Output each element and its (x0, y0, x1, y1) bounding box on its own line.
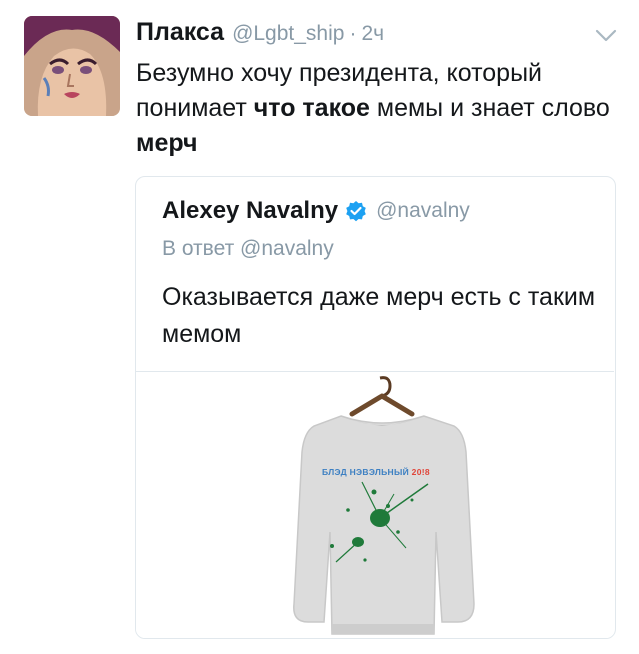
tweet-text-part: мемы и знает слово (369, 94, 610, 122)
hanger-bar (349, 393, 415, 417)
avatar-image (24, 16, 120, 116)
avatar[interactable] (24, 16, 120, 116)
quoted-text: Оказывается даже мерч есть с таким мемом (162, 283, 596, 348)
tweet-text-bold: что такое (253, 94, 370, 122)
author-name[interactable]: Плакса (136, 18, 224, 47)
tweet-text: Безумно хочу президента, который понимае… (136, 56, 616, 161)
quoted-header: Alexey Navalny @navalny (162, 195, 470, 227)
tweet-text-bold: мерч (136, 129, 198, 157)
tweet-header: Плакса @Lgbt_ship · 2ч (136, 18, 384, 48)
print-text-words: БЛЭД НЭВЭЛЬНЫЙ (322, 466, 412, 477)
author-handle[interactable]: @Lgbt_ship (232, 22, 344, 46)
sweater-hem (332, 624, 434, 634)
quoted-tweet[interactable]: Alexey Navalny @navalny В ответ @navalny… (135, 176, 616, 639)
print-text-year: 20!8 (412, 467, 430, 477)
chevron-down-icon[interactable] (594, 26, 618, 46)
verified-badge-icon (344, 199, 368, 223)
tweet: Плакса @Lgbt_ship · 2ч Безумно хочу през… (0, 0, 639, 654)
quoted-media[interactable]: БЛЭД НЭВЭЛЬНЫЙ 20!8 (136, 371, 614, 638)
hanger-hook (379, 376, 392, 398)
separator-dot: · (349, 22, 357, 45)
timestamp[interactable]: 2ч (361, 22, 384, 46)
quoted-author-handle[interactable]: @navalny (376, 199, 470, 223)
reply-context[interactable]: В ответ @navalny (162, 237, 334, 261)
print-text: БЛЭД НЭВЭЛЬНЫЙ 20!8 (322, 466, 430, 477)
sweater-image: БЛЭД НЭВЭЛЬНЫЙ 20!8 (293, 376, 475, 635)
quoted-author-name[interactable]: Alexey Navalny (162, 197, 338, 225)
